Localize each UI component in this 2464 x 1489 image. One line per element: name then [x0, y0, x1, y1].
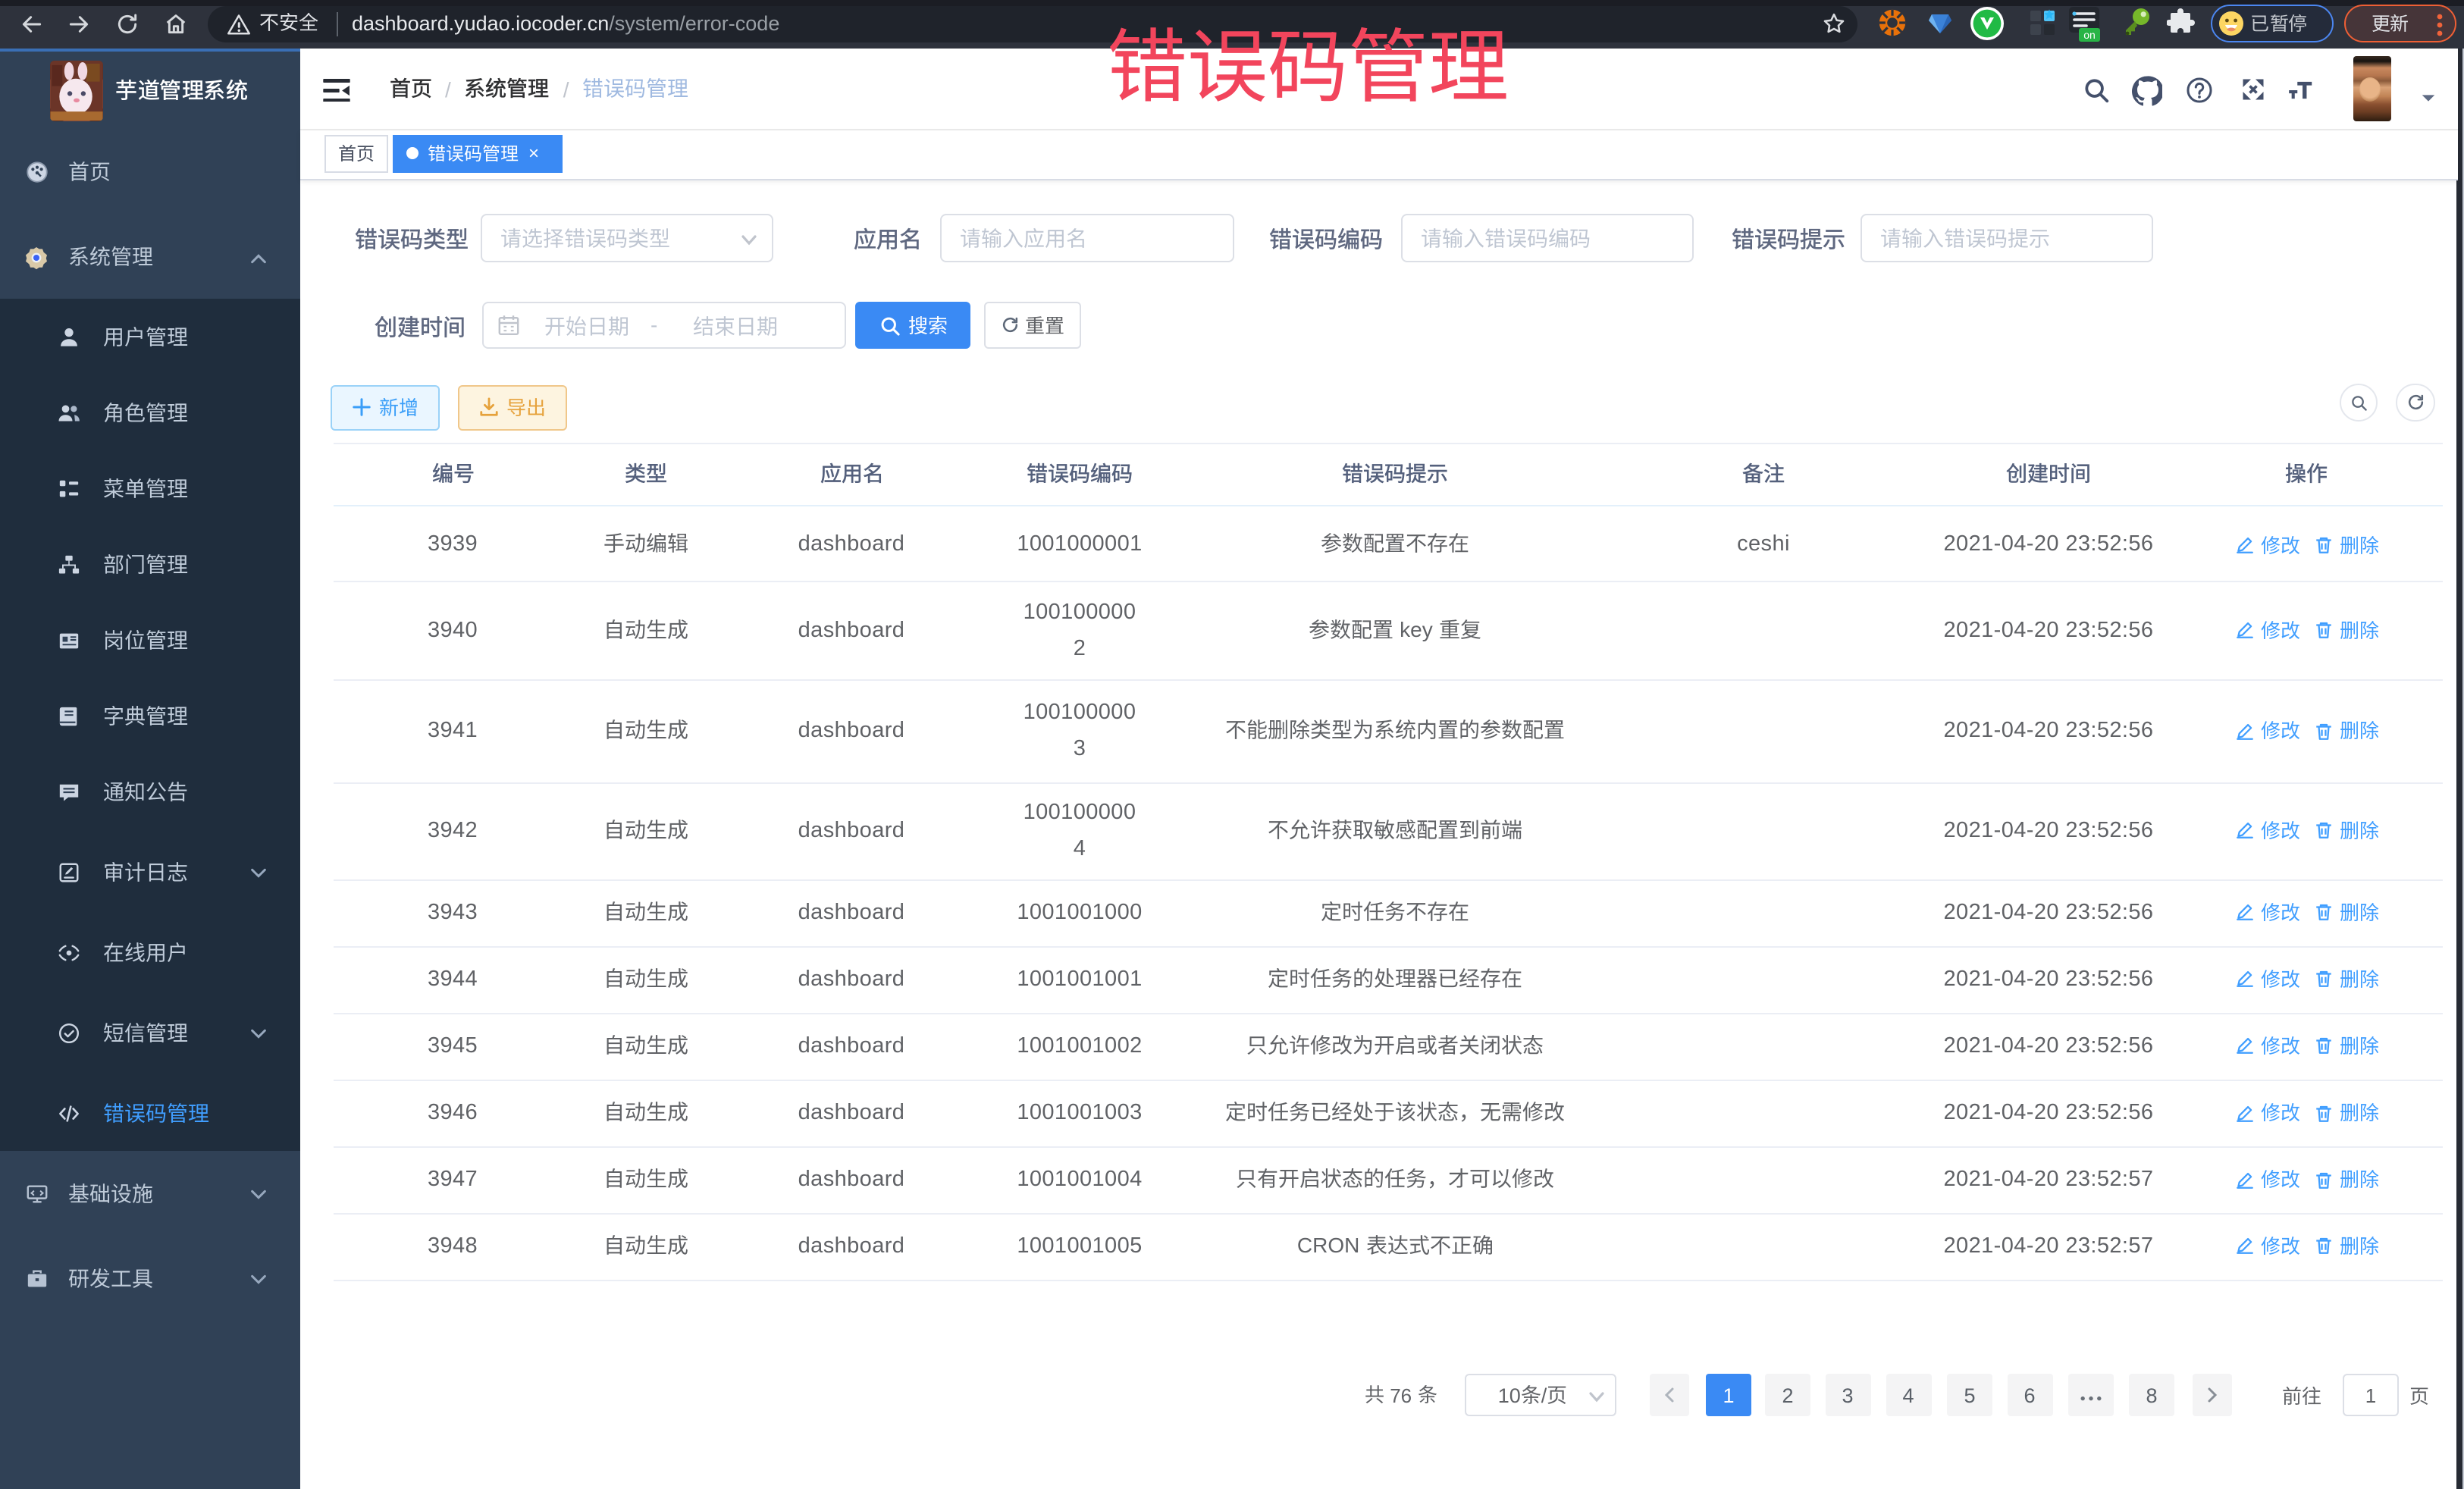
svg-text:on: on: [2083, 29, 2096, 41]
